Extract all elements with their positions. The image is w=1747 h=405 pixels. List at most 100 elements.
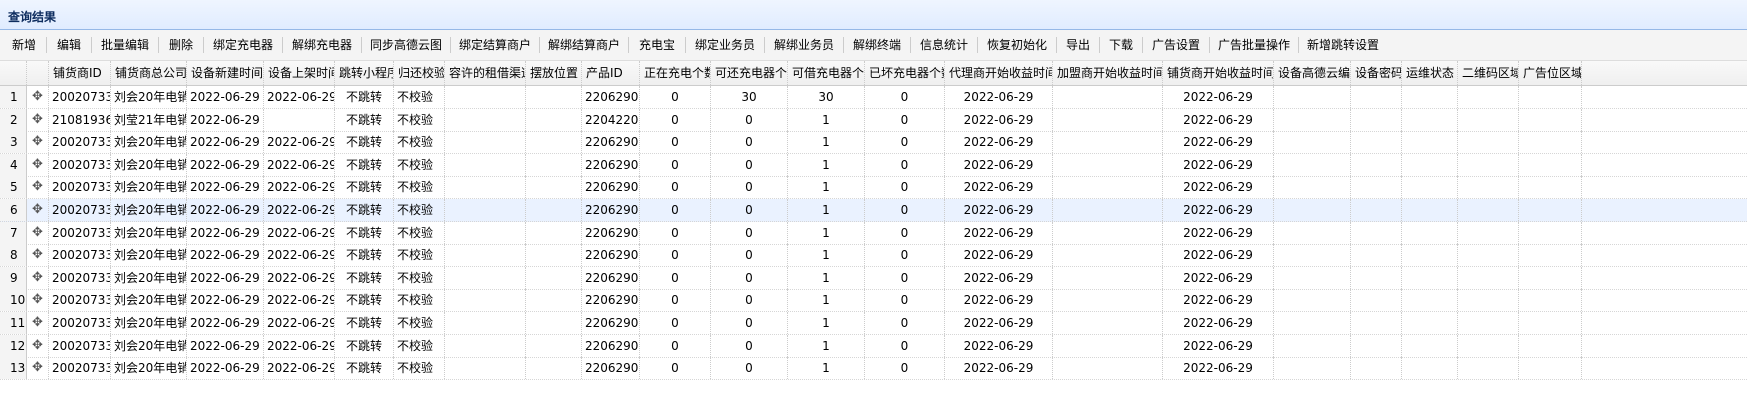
cell-franchisee-income-start: [1053, 334, 1163, 357]
unbind-salesman-button[interactable]: 解绑业务员: [769, 30, 839, 60]
export-button[interactable]: 导出: [1061, 30, 1095, 60]
col-header-device-password[interactable]: 设备密码: [1351, 61, 1402, 85]
cell-maintenance-status: [1402, 108, 1458, 131]
plus-expand-icon[interactable]: ✥: [27, 266, 49, 289]
add-button[interactable]: 新增: [6, 30, 42, 60]
table-row[interactable]: 4✥200207332刘会20年电销2022-06-29 142022-06-2…: [0, 153, 1747, 177]
cell-ad-slot-area: [1519, 357, 1582, 380]
plus-expand-icon[interactable]: ✥: [27, 312, 49, 334]
plus-expand-icon[interactable]: ✥: [27, 199, 49, 221]
plus-expand-icon[interactable]: ✥: [27, 244, 49, 267]
restore-init-button[interactable]: 恢复初始化: [982, 30, 1052, 60]
col-header-distributor-income-start[interactable]: 铺货商开始收益时间: [1163, 61, 1274, 85]
col-header-jump-miniprogram[interactable]: 跳转小程序: [335, 61, 394, 85]
table-row[interactable]: 5✥200207332刘会20年电销2022-06-29 142022-06-2…: [0, 176, 1747, 200]
cell-broken-count: 0: [865, 176, 945, 199]
cell-ad-slot-area: [1519, 312, 1582, 334]
table-row[interactable]: 13✥200207332刘会20年电销2022-06-29 142022-06-…: [0, 357, 1747, 381]
download-button[interactable]: 下载: [1104, 30, 1138, 60]
plus-expand-icon[interactable]: ✥: [27, 334, 49, 357]
table-row[interactable]: 1✥200207332刘会20年电销2022-06-29 152022-06-2…: [0, 86, 1747, 109]
cell-placement-location: [526, 176, 582, 199]
table-row[interactable]: 2✥210819366刘莹21年电销2022-06-29 15 不跳转不校验 220…: [0, 108, 1747, 132]
unbind-settlement-merchant-button[interactable]: 解绑结算商户: [544, 30, 624, 60]
col-header-distributor-id[interactable]: 铺货商ID: [49, 61, 111, 85]
info-statistics-button[interactable]: 信息统计: [915, 30, 973, 60]
results-grid[interactable]: 铺货商ID 铺货商总公司 设备新建时间 设备上架时间 跳转小程序 归还校验 容许的租借渠道摆…: [0, 61, 1747, 405]
unbind-terminal-button[interactable]: 解绑终端: [848, 30, 906, 60]
toolbar-separator: [628, 37, 629, 53]
plus-expand-icon[interactable]: ✥: [27, 289, 49, 312]
cell-device-password: [1351, 131, 1402, 154]
table-row[interactable]: 3✥200207332刘会20年电销2022-06-29 142022-06-2…: [0, 131, 1747, 155]
bind-salesman-button[interactable]: 绑定业务员: [690, 30, 760, 60]
edit-button[interactable]: 编辑: [51, 30, 87, 60]
cell-borrowable-count: 1: [788, 312, 865, 334]
power-bank-button[interactable]: 充电宝: [633, 30, 681, 60]
col-header-product-id[interactable]: 产品ID: [582, 61, 640, 85]
table-row[interactable]: 9✥200207332刘会20年电销2022-06-29 142022-06-2…: [0, 266, 1747, 290]
col-header-device-shelved-time[interactable]: 设备上架时间: [264, 61, 335, 85]
cell-broken-count: 0: [865, 334, 945, 357]
col-header-returnable-count[interactable]: 可还充电器个数: [711, 61, 788, 85]
cell-ad-slot-area: [1519, 199, 1582, 221]
plus-expand-icon[interactable]: ✥: [27, 108, 49, 131]
col-header-device-created-time[interactable]: 设备新建时间: [187, 61, 264, 85]
col-header-ad-slot-area[interactable]: 广告位区域: [1519, 61, 1582, 85]
cell-ad-slot-area: [1519, 176, 1582, 199]
cell-franchisee-income-start: [1053, 312, 1163, 334]
col-header-charging-count[interactable]: 正在充电个数: [640, 61, 711, 85]
plus-expand-icon[interactable]: ✥: [27, 86, 49, 108]
cell-product-id: 22062900: [582, 312, 640, 334]
cell-device-created-time: 2022-06-29 14: [187, 199, 264, 221]
cell-franchisee-income-start: [1053, 221, 1163, 244]
unbind-charger-button[interactable]: 解绑充电器: [287, 30, 357, 60]
cell-agent-income-start: 2022-06-29: [945, 221, 1053, 244]
plus-expand-icon[interactable]: ✥: [27, 153, 49, 176]
toolbar-separator: [977, 37, 978, 53]
cell-amap-cloud-code: [1274, 357, 1351, 380]
plus-expand-icon[interactable]: ✥: [27, 176, 49, 199]
cell-device-password: [1351, 357, 1402, 380]
col-header-placement-location[interactable]: 摆放位置: [526, 61, 582, 85]
col-header-agent-income-start[interactable]: 代理商开始收益时间: [945, 61, 1053, 85]
table-row[interactable]: 11✥200207332刘会20年电销2022-06-29 142022-06-…: [0, 312, 1747, 335]
ad-batch-operation-button[interactable]: 广告批量操作: [1214, 30, 1294, 60]
plus-expand-icon[interactable]: ✥: [27, 221, 49, 244]
plus-expand-icon[interactable]: ✥: [27, 357, 49, 380]
cell-agent-income-start: 2022-06-29: [945, 289, 1053, 312]
batch-edit-button[interactable]: 批量编辑: [96, 30, 154, 60]
col-header-return-check[interactable]: 归还校验: [394, 61, 445, 85]
col-header-broken-count[interactable]: 已坏充电器个数: [865, 61, 945, 85]
col-header-maintenance-status[interactable]: 运维状态: [1402, 61, 1458, 85]
cell-franchisee-income-start: [1053, 86, 1163, 108]
cell-returnable-count: 0: [711, 357, 788, 380]
cell-distributor-company: 刘会20年电销: [111, 334, 187, 357]
bind-charger-button[interactable]: 绑定充电器: [208, 30, 278, 60]
sync-amap-cloud-button[interactable]: 同步高德云图: [366, 30, 446, 60]
cell-broken-count: 0: [865, 86, 945, 108]
row-number: 12: [0, 334, 27, 357]
cell-agent-income-start: 2022-06-29: [945, 334, 1053, 357]
table-row[interactable]: 8✥200207332刘会20年电销2022-06-29 142022-06-2…: [0, 244, 1747, 268]
col-header-amap-cloud-code[interactable]: 设备高德云编码: [1274, 61, 1351, 85]
cell-amap-cloud-code: [1274, 108, 1351, 131]
cell-distributor-company: 刘莹21年电销: [111, 108, 187, 131]
add-jump-settings-button[interactable]: 新增跳转设置: [1303, 30, 1383, 60]
cell-charging-count: 0: [640, 244, 711, 267]
plus-expand-icon[interactable]: ✥: [27, 131, 49, 154]
table-row[interactable]: 6✥200207332刘会20年电销2022-06-29 142022-06-2…: [0, 199, 1747, 222]
table-row[interactable]: 12✥200207332刘会20年电销2022-06-29 142022-06-…: [0, 334, 1747, 358]
table-row[interactable]: 10✥200207332刘会20年电销2022-06-29 142022-06-…: [0, 289, 1747, 313]
col-header-distributor-company[interactable]: 铺货商总公司: [111, 61, 187, 85]
col-header-borrowable-count[interactable]: 可借充电器个数: [788, 61, 865, 85]
delete-button[interactable]: 删除: [163, 30, 199, 60]
col-header-franchisee-income-start[interactable]: 加盟商开始收益时间: [1053, 61, 1163, 85]
cell-maintenance-status: [1402, 357, 1458, 380]
table-row[interactable]: 7✥200207332刘会20年电销2022-06-29 142022-06-2…: [0, 221, 1747, 245]
ad-settings-button[interactable]: 广告设置: [1147, 30, 1205, 60]
col-header-allowed-rental-channels[interactable]: 容许的租借渠道: [445, 61, 526, 85]
cell-ad-slot-area: [1519, 266, 1582, 289]
col-header-qrcode-area[interactable]: 二维码区域: [1458, 61, 1519, 85]
bind-settlement-merchant-button[interactable]: 绑定结算商户: [455, 30, 535, 60]
